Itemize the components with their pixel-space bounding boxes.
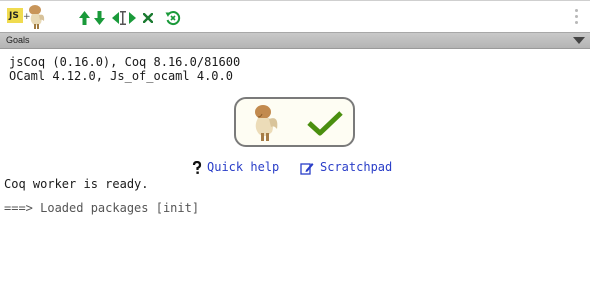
rooster-icon bbox=[255, 105, 278, 141]
quick-help-link[interactable]: Quick help bbox=[207, 160, 279, 174]
version-line-1: jsCoq (0.16.0), Coq 8.16.0/81600 bbox=[9, 55, 241, 69]
version-info: jsCoq (0.16.0), Coq 8.16.0/81600 OCaml 4… bbox=[9, 55, 240, 83]
version-line-2: OCaml 4.12.0, Js_of_ocaml 4.0.0 bbox=[9, 69, 233, 83]
interrupt-button[interactable] bbox=[142, 9, 154, 27]
close-icon bbox=[143, 13, 153, 23]
worker-ready-message: Coq worker is ready. bbox=[4, 177, 149, 191]
jscoq-logo: JS + bbox=[7, 4, 47, 30]
question-icon bbox=[192, 161, 202, 174]
reset-icon bbox=[165, 11, 181, 26]
step-backward-button[interactable] bbox=[93, 9, 105, 27]
collapse-triangle-icon[interactable] bbox=[573, 37, 585, 44]
more-menu-icon[interactable] bbox=[574, 9, 580, 27]
goto-cursor-icon bbox=[112, 11, 136, 25]
js-badge: JS bbox=[7, 8, 23, 23]
reset-button[interactable] bbox=[164, 9, 182, 27]
toolbar: JS + bbox=[0, 0, 590, 32]
goals-title: Goals bbox=[6, 35, 30, 45]
scratchpad-link[interactable]: Scratchpad bbox=[320, 160, 392, 174]
status-indicator bbox=[234, 97, 355, 147]
goals-panel-header[interactable]: Goals bbox=[0, 32, 590, 49]
edit-icon bbox=[300, 163, 314, 175]
rooster-icon bbox=[29, 5, 45, 29]
checkmark-icon bbox=[307, 111, 343, 136]
loaded-packages-message: ===> Loaded packages [init] bbox=[4, 201, 200, 215]
goto-cursor-button[interactable] bbox=[112, 9, 136, 27]
arrow-down-icon bbox=[93, 11, 105, 25]
arrow-up-icon bbox=[78, 11, 90, 25]
step-forward-button[interactable] bbox=[78, 9, 90, 27]
